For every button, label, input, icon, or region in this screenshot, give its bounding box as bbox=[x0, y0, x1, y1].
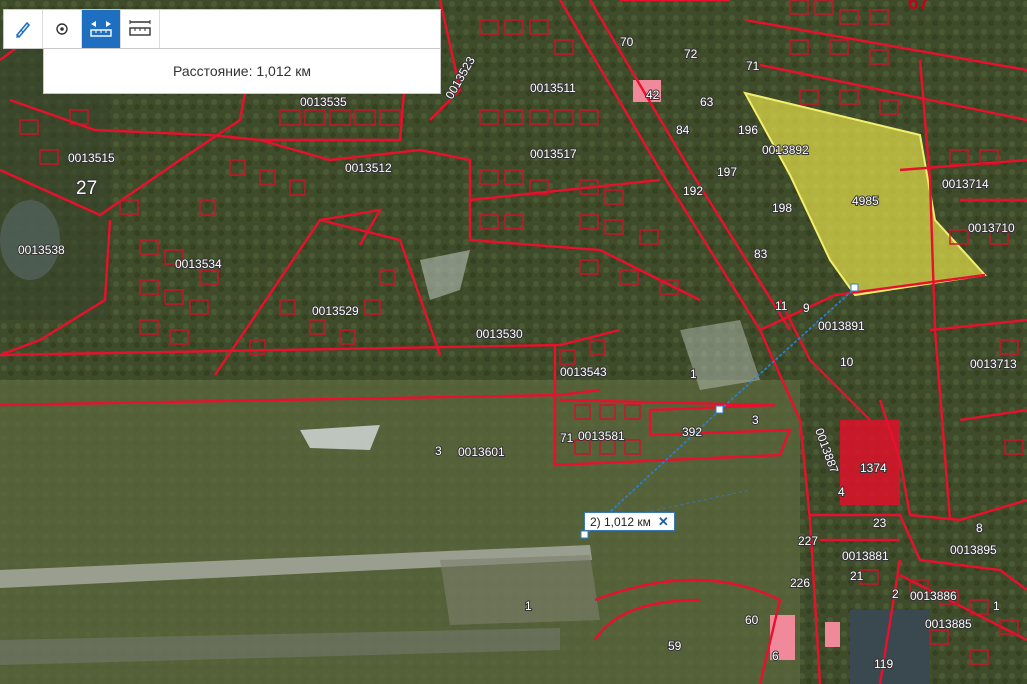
parcel-label: 0013517 bbox=[530, 147, 577, 161]
parcel-label: 226 bbox=[790, 576, 810, 590]
parcel-label: 11 bbox=[775, 299, 788, 313]
parcel-label: 0013886 bbox=[910, 589, 957, 603]
close-icon[interactable]: ✕ bbox=[658, 514, 669, 530]
parcel-label: 27 bbox=[76, 178, 97, 199]
parcel-label: 4985 bbox=[852, 194, 879, 208]
parcel-label: 0013710 bbox=[968, 221, 1015, 235]
ruler-pencil-button[interactable] bbox=[4, 10, 43, 48]
distance-measure-button[interactable] bbox=[82, 10, 121, 48]
parcel-label: 392 bbox=[682, 425, 702, 439]
measure-vertex[interactable] bbox=[580, 530, 589, 539]
parcel-label: 0013543 bbox=[560, 365, 607, 379]
map-view[interactable]: 0013515270013538001353400135350013523 001… bbox=[0, 0, 1027, 684]
parcel-label: 0013530 bbox=[476, 327, 523, 341]
parcel-label: 0013714 bbox=[942, 177, 989, 191]
parcel-label: 83 bbox=[754, 247, 768, 261]
parcel-label: 0013581 bbox=[578, 429, 625, 443]
parcel-label: 59 bbox=[668, 639, 682, 653]
parcel-label: 6 bbox=[772, 649, 779, 663]
parcel-label: 84 bbox=[676, 123, 690, 137]
parcel-label: 1374 bbox=[860, 461, 887, 475]
airfield-apron bbox=[440, 555, 600, 625]
parcel-label: 0013511 bbox=[530, 81, 576, 95]
parcel-label: 1 bbox=[690, 367, 697, 381]
parcel-label: 63 bbox=[700, 95, 714, 109]
area-measure-icon bbox=[129, 20, 151, 36]
parcel-label: 71 bbox=[746, 59, 760, 73]
ruler-pencil-icon bbox=[15, 21, 31, 39]
parcel-label: 2 bbox=[892, 587, 899, 601]
parcel-label: 0013881 bbox=[842, 549, 889, 563]
water-area bbox=[0, 200, 60, 280]
parcel-label: 60 bbox=[745, 613, 759, 627]
parcel-label: 1 bbox=[993, 599, 1000, 613]
parcel-label: 0013534 bbox=[175, 257, 222, 271]
parcel-label: 0013892 bbox=[762, 143, 809, 157]
parcel-label: 198 bbox=[772, 201, 792, 215]
parcel-label: 8 bbox=[976, 521, 983, 535]
distance-measure-icon bbox=[90, 21, 112, 37]
parcel-label: 0013515 bbox=[68, 151, 115, 165]
measure-label-text: 2) 1,012 км bbox=[590, 514, 651, 529]
parcel-label: 70 bbox=[620, 35, 634, 49]
parcel-label: 72 bbox=[684, 47, 698, 61]
parcel-label: 21 bbox=[850, 569, 864, 583]
distance-result-text: Расстояние: 1,012 км bbox=[172, 63, 312, 79]
parcel-label: 0013538 bbox=[18, 243, 65, 257]
parcel-label: 0013601 bbox=[458, 445, 505, 459]
point-target-icon bbox=[56, 23, 68, 35]
parcel-label: 9 bbox=[803, 301, 810, 315]
parcel-label: 119 bbox=[874, 657, 893, 671]
parcel-label: 1 bbox=[525, 599, 532, 613]
point-button[interactable] bbox=[43, 10, 82, 48]
parcel-label: 67 bbox=[908, 0, 929, 14]
parcel-label: 0013713 bbox=[970, 357, 1017, 371]
parcel-label: 0013535 bbox=[300, 95, 347, 109]
parcel-label: 42 bbox=[646, 88, 660, 102]
measure-vertex[interactable] bbox=[715, 405, 724, 414]
parcel-label: 4 bbox=[838, 485, 845, 499]
parcel-label: 3 bbox=[435, 444, 442, 458]
parcel-label: 227 bbox=[798, 534, 818, 548]
parcel-label: 196 bbox=[738, 123, 758, 137]
area-measure-button[interactable] bbox=[121, 10, 160, 48]
measure-result-panel: Расстояние: 1,012 км bbox=[43, 49, 441, 94]
parcel-label: 197 bbox=[717, 165, 737, 179]
parcel-label: 71 bbox=[560, 431, 574, 445]
parcel-label: 0013895 bbox=[950, 543, 997, 557]
measure-toolbar bbox=[3, 9, 441, 49]
pink-building bbox=[825, 622, 840, 647]
measure-label: 2) 1,012 км ✕ bbox=[584, 512, 675, 531]
parcel-label: 192 bbox=[683, 184, 703, 198]
parcel-label: 23 bbox=[873, 516, 887, 530]
parcel-label: 0013885 bbox=[925, 617, 972, 631]
measure-vertex[interactable] bbox=[850, 283, 859, 292]
parcel-label: 0013512 bbox=[345, 161, 392, 175]
parcel-label: 0013529 bbox=[312, 304, 359, 318]
parcel-label: 10 bbox=[840, 355, 854, 369]
parcel-label: 0013891 bbox=[818, 319, 865, 333]
parcel-label: 3 bbox=[752, 413, 759, 427]
